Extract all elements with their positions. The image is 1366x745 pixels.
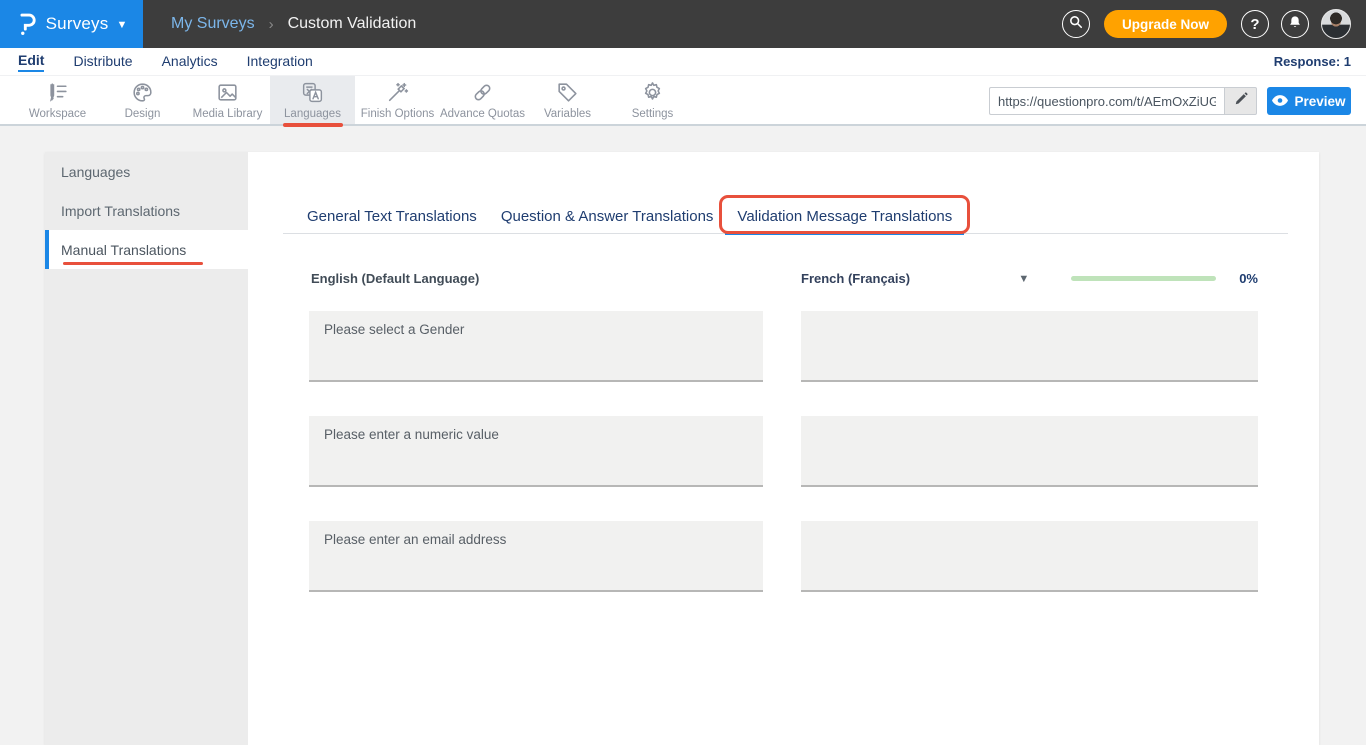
sidebar-item-languages[interactable]: Languages [45, 152, 248, 191]
breadcrumb-separator-icon: › [269, 16, 274, 33]
survey-url-group [989, 87, 1257, 115]
toolbar-item-settings[interactable]: Settings [610, 76, 695, 124]
survey-section-nav: Edit Distribute Analytics Integration Re… [0, 48, 1366, 76]
search-button[interactable] [1062, 10, 1090, 38]
manual-translations-content: General Text Translations Question & Ans… [248, 152, 1319, 745]
topbar-actions: Upgrade Now ? [1062, 9, 1366, 39]
translation-progress-percent: 0% [1239, 271, 1258, 286]
sidebar-item-import-translations[interactable]: Import Translations [45, 191, 248, 230]
design-palette-icon [130, 80, 155, 105]
languages-translate-icon [300, 80, 325, 105]
media-library-icon [215, 80, 240, 105]
notifications-button[interactable] [1281, 10, 1309, 38]
sidebar-item-manual-translations[interactable]: Manual Translations [45, 230, 248, 269]
tab-analytics[interactable]: Analytics [162, 53, 218, 71]
translation-progress-bar [1071, 276, 1216, 281]
chevron-down-icon: ▼ [116, 19, 127, 31]
pencil-icon [1234, 92, 1248, 111]
user-avatar[interactable] [1321, 9, 1351, 39]
eye-icon [1272, 94, 1288, 109]
toolbar-item-design[interactable]: Design [100, 76, 185, 124]
target-text-input-row-3[interactable] [801, 521, 1258, 592]
tag-icon [555, 80, 580, 105]
question-mark-icon: ? [1250, 16, 1259, 33]
source-text-row-2: Please enter a numeric value [309, 416, 763, 487]
top-bar: Surveys ▼ My Surveys › Custom Validation… [0, 0, 1366, 48]
questionpro-logo-icon [16, 11, 38, 37]
tab-edit[interactable]: Edit [18, 52, 44, 72]
translations-panel: Languages Import Translations Manual Tra… [45, 152, 1319, 745]
toolbar-item-workspace[interactable]: Workspace [15, 76, 100, 124]
target-text-input-row-1[interactable] [801, 311, 1258, 382]
breadcrumb-my-surveys[interactable]: My Surveys [171, 15, 255, 33]
chain-link-icon [470, 80, 495, 105]
annotation-red-underline-manual-translations [63, 262, 203, 265]
source-language-label: English (Default Language) [309, 271, 763, 286]
gear-icon [640, 80, 665, 105]
tab-distribute[interactable]: Distribute [73, 53, 132, 71]
languages-sidebar: Languages Import Translations Manual Tra… [45, 152, 248, 745]
toolbar-item-advance-quotas[interactable]: Advance Quotas [440, 76, 525, 124]
breadcrumb-current-survey: Custom Validation [288, 15, 417, 33]
caret-down-icon[interactable]: ▼ [1018, 273, 1029, 285]
tab-question-answer-translations[interactable]: Question & Answer Translations [489, 200, 726, 233]
source-text-row-1: Please select a Gender [309, 311, 763, 382]
tab-integration[interactable]: Integration [247, 53, 313, 71]
magic-wand-icon [385, 80, 410, 105]
annotation-red-underline-languages [283, 123, 343, 127]
preview-button[interactable]: Preview [1267, 87, 1351, 115]
tab-general-text-translations[interactable]: General Text Translations [295, 200, 489, 233]
target-language-select[interactable]: French (Français) [801, 271, 910, 286]
upgrade-now-button[interactable]: Upgrade Now [1104, 10, 1227, 38]
product-switcher[interactable]: Surveys ▼ [0, 0, 143, 48]
toolbar-item-languages[interactable]: Languages [270, 76, 355, 124]
breadcrumb: My Surveys › Custom Validation [171, 15, 416, 33]
target-text-input-row-2[interactable] [801, 416, 1258, 487]
bell-icon [1288, 15, 1302, 34]
toolbar-item-variables[interactable]: Variables [525, 76, 610, 124]
help-button[interactable]: ? [1241, 10, 1269, 38]
toolbar-item-media-library[interactable]: Media Library [185, 76, 270, 124]
search-icon [1069, 15, 1083, 34]
source-text-row-3: Please enter an email address [309, 521, 763, 592]
edit-url-button[interactable] [1224, 87, 1257, 115]
workspace-icon [45, 80, 70, 105]
page-background: Languages Import Translations Manual Tra… [0, 126, 1366, 745]
response-count[interactable]: Response: 1 [1274, 54, 1351, 69]
survey-url-input[interactable] [989, 87, 1224, 115]
product-name: Surveys [46, 14, 109, 34]
tab-validation-message-translations[interactable]: Validation Message Translations [725, 200, 964, 235]
target-language-header: French (Français) ▼ 0% [801, 271, 1258, 286]
edit-toolbar: Workspace Design Media Library [0, 76, 1366, 126]
translation-tabbar: General Text Translations Question & Ans… [283, 200, 1288, 234]
translation-grid: English (Default Language) French (Franç… [283, 271, 1288, 626]
toolbar-item-finish-options[interactable]: Finish Options [355, 76, 440, 124]
